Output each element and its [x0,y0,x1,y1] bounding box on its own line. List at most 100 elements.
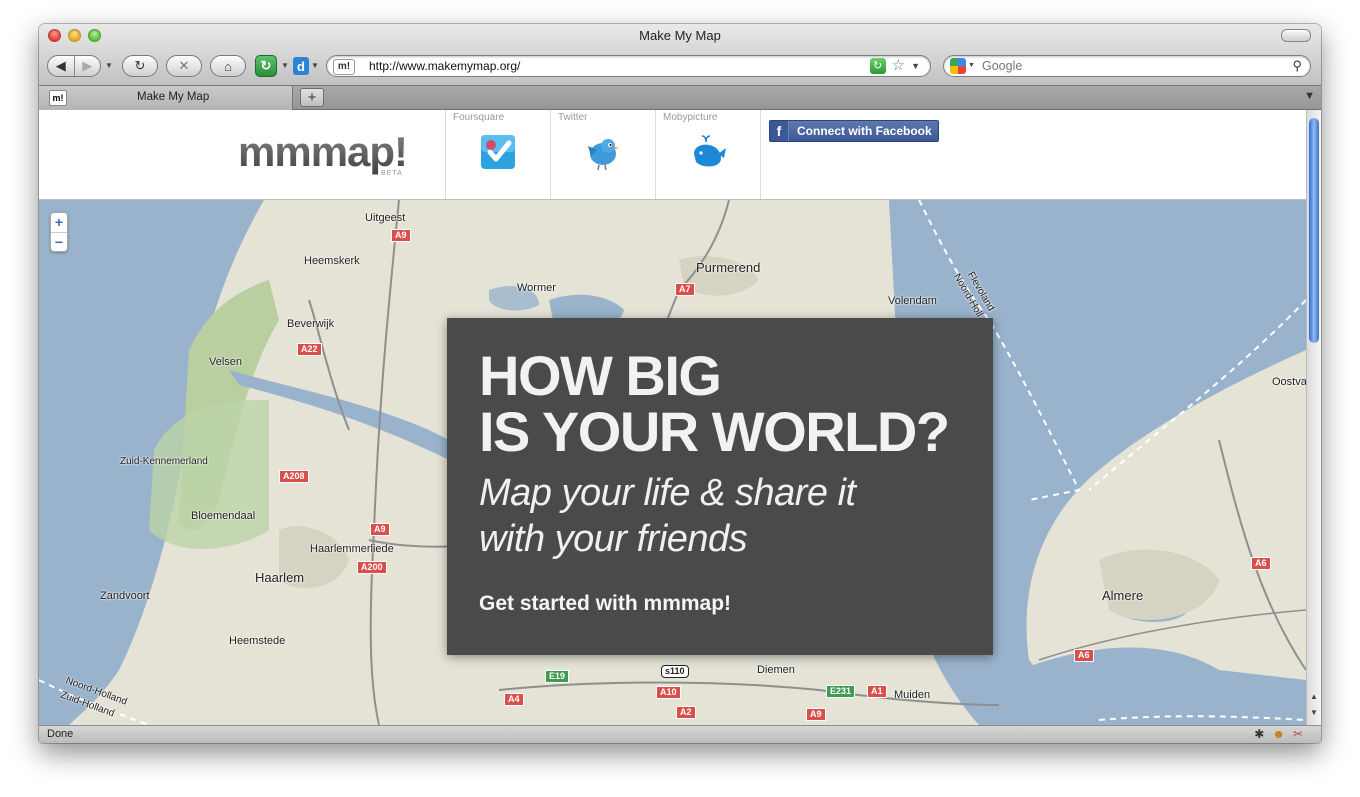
scroll-up-arrow-icon[interactable]: ▲ [1310,692,1318,701]
toolbar-toggle-button[interactable] [1281,29,1311,42]
road-shield: A9 [391,229,411,242]
toolbar: Make My Map ◀ ▶ ▼ ↻ ✕ ⌂ ↻ ▼ d ▼ m! http:… [39,24,1321,85]
connect-facebook-button[interactable]: f Connect with Facebook [769,120,939,142]
sync-extension-button[interactable]: ↻ [255,55,277,77]
road-shield: A22 [297,343,322,356]
zoom-out-button[interactable]: − [51,233,67,252]
road-shield: A200 [357,561,387,574]
bookmark-star-icon[interactable]: ☆ [892,58,905,74]
map-place-label: Velsen [209,356,243,368]
map-place-label: Diemen [757,664,795,676]
hero-headline: HOW BIG IS YOUR WORLD? [479,344,950,463]
road-shield: A2 [676,706,696,719]
url-bar[interactable]: m! http://www.makemymap.org/ ↻ ☆ ▼ [326,55,931,77]
facebook-icon: f [770,121,789,141]
twitter-bird-icon [588,139,619,171]
road-shield: s110 [661,665,689,678]
map-place-label: Bloemendaal [191,510,256,522]
road-shield: E19 [545,670,570,683]
foursquare-icon [481,135,515,169]
map-place-label: Heemstede [229,635,286,647]
greasemonkey-icon[interactable]: ☻ [1272,727,1285,741]
site-header: mmmap! BETA Foursquare Twitter Mobypictu… [39,110,1306,200]
url-text[interactable]: http://www.makemymap.org/ [369,59,520,73]
google-engine-icon[interactable] [950,58,966,74]
map-place-label: Zandvoort [100,590,150,602]
tab-list-icon[interactable]: ▼ [1304,90,1315,102]
tab-make-my-map[interactable]: m! Make My Map [39,86,293,110]
delicious-dropdown-icon[interactable]: ▼ [311,61,319,70]
map-place-label: Heemskerk [304,255,360,267]
map-place-label: Beverwijk [287,318,335,330]
history-dropdown-icon[interactable]: ▼ [105,61,113,70]
map-place-label: Oostva [1272,376,1306,388]
url-dropdown-icon[interactable]: ▼ [911,61,920,71]
window-title: Make My Map [639,28,721,43]
back-button[interactable]: ◀ [48,56,74,76]
forward-arrow-icon: ▶ [82,58,93,73]
map-place-label: Uitgeest [365,212,406,224]
road-shield: A9 [370,523,390,536]
scrollbar-thumb[interactable] [1309,118,1319,343]
back-arrow-icon: ◀ [55,58,66,73]
facebook-button-label: Connect with Facebook [797,124,932,138]
map-place-label: Zuid-Kennemerland [120,456,208,467]
hero-overlay: HOW BIG IS YOUR WORLD? Map your life & s… [447,318,993,655]
firebug-icon[interactable]: ✱ [1254,727,1264,741]
road-shield: A4 [504,693,524,706]
map-zoom-control: + − [50,212,68,252]
road-shield: A208 [279,470,309,483]
search-input[interactable]: Google [982,59,1022,73]
map-place-label: Muiden [894,689,931,701]
whale-icon [694,135,726,167]
map-place-label: Volendam [888,295,937,307]
back-forward-buttons: ◀ ▶ [47,55,101,77]
delicious-extension-button[interactable]: d [293,57,309,75]
reload-button[interactable]: ↻ [122,55,158,77]
tab-title: Make My Map [137,91,210,103]
service-mobypicture[interactable]: Mobypicture [655,110,759,199]
road-shield: A7 [675,283,695,296]
service-label: Mobypicture [663,112,718,123]
stop-icon: ✕ [178,58,190,73]
web-developer-icon[interactable]: ✂ [1293,727,1303,741]
map-place-label: Haarlemmerliede [310,543,394,555]
service-label: Twitter [558,112,588,123]
sync-dropdown-icon[interactable]: ▼ [281,61,289,70]
search-bar[interactable]: ▼ Google ⚲ [943,55,1311,77]
scroll-down-arrow-icon[interactable]: ▼ [1310,708,1318,717]
zoom-in-button[interactable]: + [51,213,67,232]
road-shield: A10 [656,686,681,699]
magnifier-icon[interactable]: ⚲ [1292,58,1302,74]
map-place-label: Purmerend [696,260,761,275]
road-shield: A6 [1251,557,1271,570]
hero-subline: Map your life & share it with your frien… [479,472,856,560]
road-shield: A9 [806,708,826,721]
beta-label: BETA [381,170,403,177]
get-started-link[interactable]: Get started with mmmap! [479,592,731,616]
delicious-icon: d [297,58,305,74]
home-button[interactable]: ⌂ [210,55,246,77]
engine-dropdown-icon[interactable]: ▼ [968,62,975,69]
stop-button[interactable]: ✕ [166,55,202,77]
vertical-scrollbar[interactable]: ▲ ▼ [1306,110,1321,725]
map-place-label: Almere [1102,588,1144,603]
service-foursquare[interactable]: Foursquare [445,110,549,199]
road-shield: E231 [826,685,856,698]
status-bar: Done ✱ ☻ ✂ [39,725,1321,743]
road-shield: A6 [1074,649,1094,662]
service-label: Foursquare [453,112,505,123]
forward-button[interactable]: ▶ [74,56,100,76]
page-content: mmmap! BETA Foursquare Twitter Mobypictu… [39,110,1306,725]
map[interactable]: Uitgeest Heemskerk Purmerend Wormer Vole… [39,200,1306,725]
map-place-label: Wormer [517,282,556,294]
map-place-label: Haarlem [255,570,305,585]
feed-icon[interactable]: ↻ [869,58,886,74]
site-favicon: m! [333,59,355,75]
home-icon: ⌂ [224,58,232,74]
new-tab-button[interactable]: + [300,88,324,107]
service-twitter[interactable]: Twitter [550,110,654,199]
site-logo[interactable]: mmmap! [238,128,408,176]
service-divider [760,110,761,199]
tab-favicon: m! [49,90,67,106]
